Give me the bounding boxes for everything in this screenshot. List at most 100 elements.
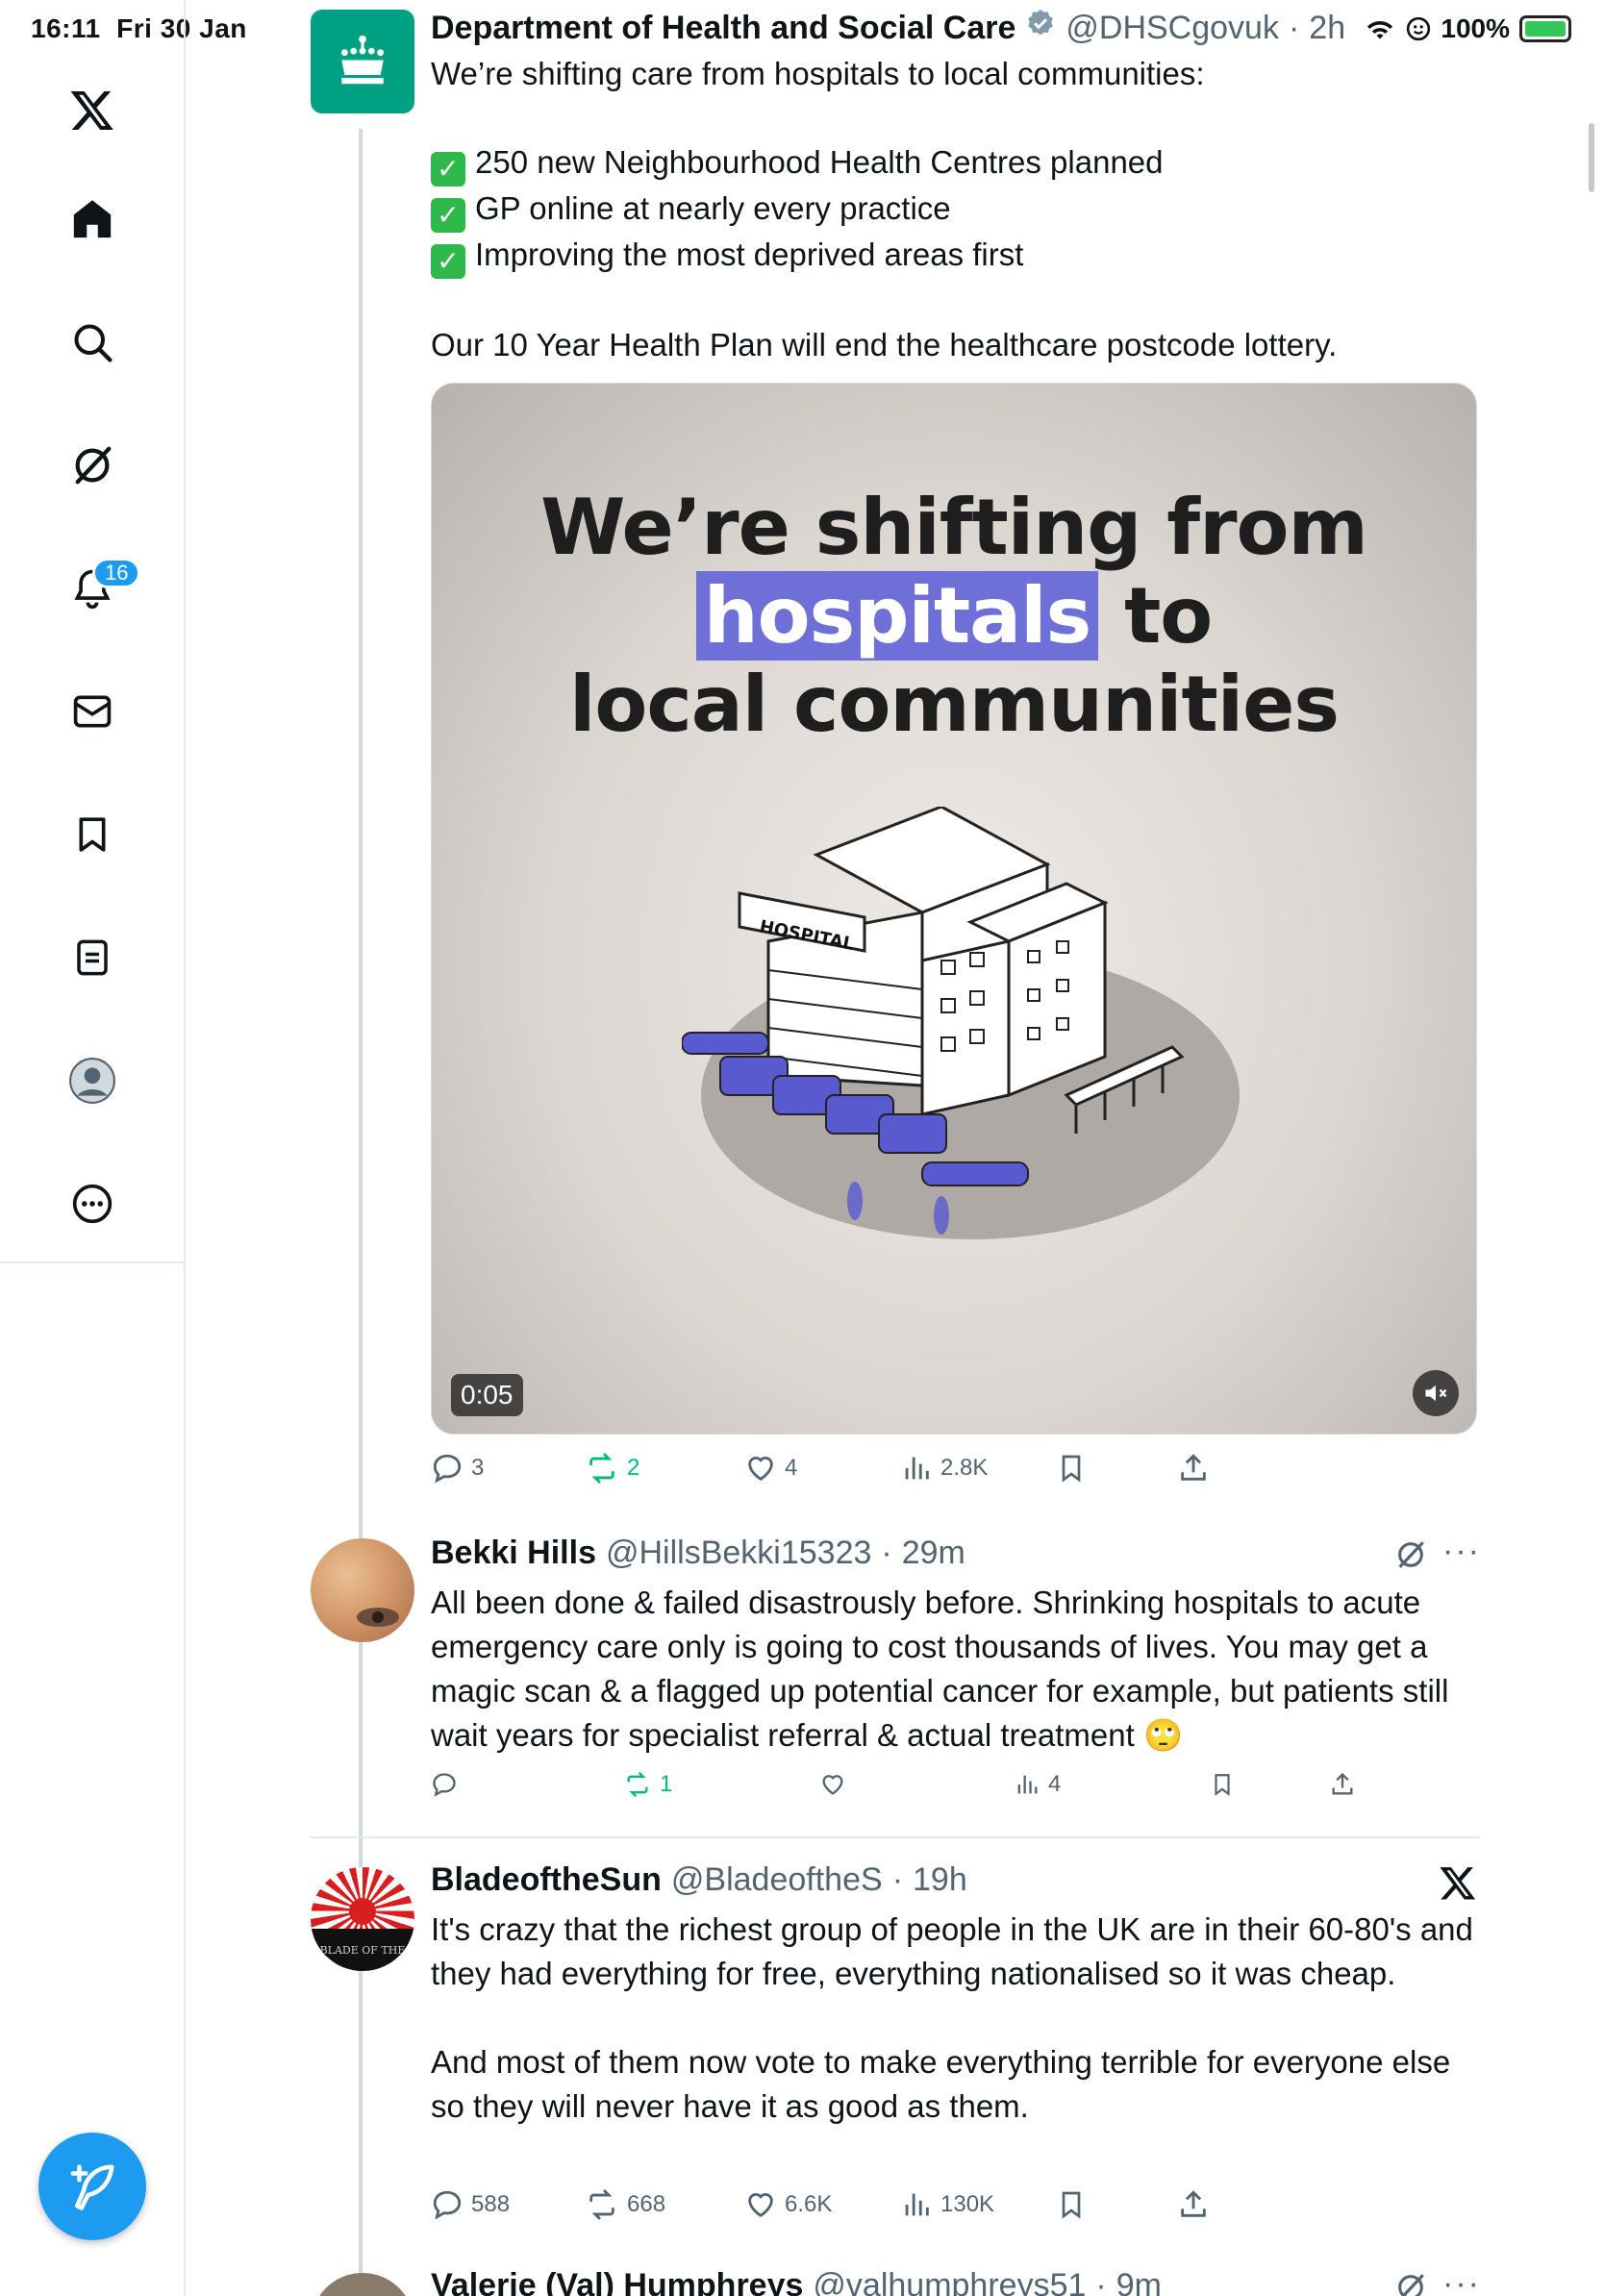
share-icon bbox=[1332, 1772, 1353, 1795]
tweet-bullet: ✓ 250 new Neighbourhood Health Centres pl… bbox=[431, 140, 1479, 187]
reply-paragraph: It's crazy that the richest group of peo… bbox=[431, 1911, 1473, 1991]
wifi-icon bbox=[1367, 21, 1393, 39]
bookmark-icon bbox=[1215, 1774, 1230, 1796]
crown-logo-icon bbox=[340, 35, 385, 85]
share-icon bbox=[1181, 2190, 1206, 2217]
tweet-video[interactable]: We’re shifting from hospitals to local c… bbox=[431, 383, 1477, 1435]
bookmark-button[interactable] bbox=[1056, 2188, 1087, 2221]
bladeofthesun-avatar[interactable]: BLADE OF THE bbox=[311, 1867, 414, 1971]
bookmarks-icon[interactable] bbox=[54, 796, 131, 873]
grok-icon[interactable] bbox=[54, 427, 131, 504]
reply-header: Bekki Hills @HillsBekki15323 · 29m bbox=[431, 1535, 965, 1572]
compose-feather-icon bbox=[70, 2164, 114, 2210]
reply-button[interactable] bbox=[431, 1771, 465, 1798]
avatar-text: BLADE OF THE bbox=[320, 1944, 406, 1957]
share-icon bbox=[1181, 1454, 1206, 1481]
dhsc-avatar[interactable] bbox=[311, 10, 414, 113]
messages-icon[interactable] bbox=[54, 673, 131, 750]
reply-icon bbox=[433, 1773, 456, 1797]
reply-author-handle[interactable]: @HillsBekki15323 bbox=[606, 1535, 871, 1572]
grok-icon[interactable] bbox=[1394, 1538, 1427, 1571]
reply-time[interactable]: 29m bbox=[902, 1535, 965, 1572]
more-options-icon[interactable]: ··· bbox=[1442, 1533, 1481, 1570]
tweet-intro: We’re shifting care from hospitals to lo… bbox=[431, 56, 1205, 91]
author-handle[interactable]: @DHSCgovuk bbox=[1065, 10, 1279, 47]
reply-author-name[interactable]: Valerie (Val) Humphreys bbox=[431, 2267, 803, 2296]
tweet-time[interactable]: 2h bbox=[1309, 10, 1345, 47]
more-options-icon[interactable]: ··· bbox=[1442, 2265, 1481, 2296]
bookmark-icon bbox=[1062, 2191, 1081, 2219]
reply-icon bbox=[433, 2190, 462, 2220]
more-options-icon[interactable] bbox=[54, 1165, 131, 1242]
reply-divider bbox=[311, 1836, 1480, 1838]
like-button[interactable]: 6.6K bbox=[744, 2188, 832, 2221]
views-button[interactable]: 130K bbox=[900, 2188, 994, 2221]
reply-author-name[interactable]: BladeoftheSun bbox=[431, 1861, 662, 1899]
x-logo-icon[interactable] bbox=[1439, 1863, 1477, 1902]
repost-button[interactable]: 1 bbox=[623, 1771, 672, 1798]
reply-author-handle[interactable]: @valhumphreys51 bbox=[813, 2267, 1086, 2296]
repost-button[interactable]: 2 bbox=[585, 1452, 639, 1485]
compose-post-button[interactable] bbox=[38, 2133, 146, 2240]
mute-button[interactable] bbox=[1413, 1370, 1459, 1416]
tweet-outro: Our 10 Year Health Plan will end the hea… bbox=[431, 327, 1338, 362]
video-headline-line2: hospitals to bbox=[432, 571, 1476, 661]
reply-button[interactable]: 588 bbox=[431, 2188, 510, 2221]
main-tweet-actions: 3 2 4 2.8K bbox=[431, 1452, 1479, 1494]
home-icon[interactable] bbox=[54, 181, 131, 258]
views-button[interactable]: 2.8K bbox=[900, 1452, 988, 1485]
share-button[interactable] bbox=[1177, 1452, 1210, 1485]
check-mark-icon: ✓ bbox=[431, 152, 465, 187]
repost-button[interactable]: 668 bbox=[585, 2188, 665, 2221]
lists-icon[interactable] bbox=[54, 919, 131, 996]
video-headline-line1: We’re shifting from bbox=[540, 483, 1368, 572]
search-icon[interactable] bbox=[54, 304, 131, 381]
views-button[interactable]: 4 bbox=[1014, 1771, 1061, 1798]
views-chart-icon bbox=[905, 1457, 929, 1480]
tweet-bullet: ✓ Improving the most deprived areas first bbox=[431, 233, 1479, 279]
x-logo-icon[interactable] bbox=[54, 71, 131, 148]
main-tweet-text: We’re shifting care from hospitals to lo… bbox=[431, 52, 1479, 367]
reply-button[interactable]: 3 bbox=[431, 1452, 484, 1485]
bekki-hills-avatar[interactable] bbox=[311, 1538, 414, 1642]
check-mark-icon: ✓ bbox=[431, 244, 465, 279]
reply-time[interactable]: 19h bbox=[913, 1861, 967, 1899]
like-button[interactable] bbox=[819, 1771, 854, 1798]
views-chart-icon bbox=[1017, 1775, 1038, 1794]
share-button[interactable] bbox=[1329, 1771, 1356, 1798]
repost-icon bbox=[589, 1453, 614, 1484]
reply-paragraph: And most of them now vote to make everyt… bbox=[431, 2044, 1451, 2124]
repost-icon bbox=[627, 1772, 648, 1797]
video-headline-line3: local communities bbox=[568, 660, 1340, 749]
repost-icon bbox=[589, 2189, 614, 2220]
heart-icon bbox=[822, 1775, 843, 1795]
bookmark-icon bbox=[1062, 1455, 1081, 1483]
profile-avatar[interactable] bbox=[54, 1042, 131, 1119]
reply-time[interactable]: 9m bbox=[1116, 2267, 1162, 2296]
status-indicators: 100% bbox=[1364, 13, 1571, 44]
main-tweet-header: Department of Health and Social Care @DH… bbox=[431, 10, 1346, 47]
bookmark-button[interactable] bbox=[1210, 1771, 1235, 1798]
hospital-illustration: HOSPITAL bbox=[682, 807, 1240, 1239]
video-headline-highlight: hospitals bbox=[695, 571, 1099, 661]
reply-header: BladeoftheSun @BladeoftheS · 19h bbox=[431, 1861, 967, 1899]
verified-badge-icon bbox=[1028, 10, 1054, 36]
heart-icon bbox=[748, 2193, 773, 2218]
like-button[interactable]: 4 bbox=[744, 1452, 797, 1485]
muted-speaker-icon bbox=[1425, 1385, 1447, 1402]
focus-icon bbox=[1407, 16, 1431, 41]
share-button[interactable] bbox=[1177, 2188, 1210, 2221]
reply-author-name[interactable]: Bekki Hills bbox=[431, 1535, 596, 1572]
grok-icon[interactable] bbox=[1394, 2271, 1427, 2296]
reply-text: All been done & failed disastrously befo… bbox=[431, 1585, 1449, 1753]
reply-author-handle[interactable]: @BladeoftheS bbox=[671, 1861, 883, 1899]
author-name[interactable]: Department of Health and Social Care bbox=[431, 10, 1015, 47]
scrollbar[interactable] bbox=[1589, 123, 1594, 192]
reply-icon bbox=[433, 1454, 462, 1484]
reply-actions: 588 668 6.6K 130K bbox=[431, 2188, 1479, 2231]
reply-header: Valerie (Val) Humphreys @valhumphreys51 ·… bbox=[431, 2267, 1162, 2296]
bookmark-button[interactable] bbox=[1056, 1452, 1087, 1485]
battery-icon bbox=[1519, 15, 1571, 42]
valerie-humphreys-avatar[interactable] bbox=[311, 2273, 414, 2296]
views-chart-icon bbox=[905, 2193, 929, 2216]
